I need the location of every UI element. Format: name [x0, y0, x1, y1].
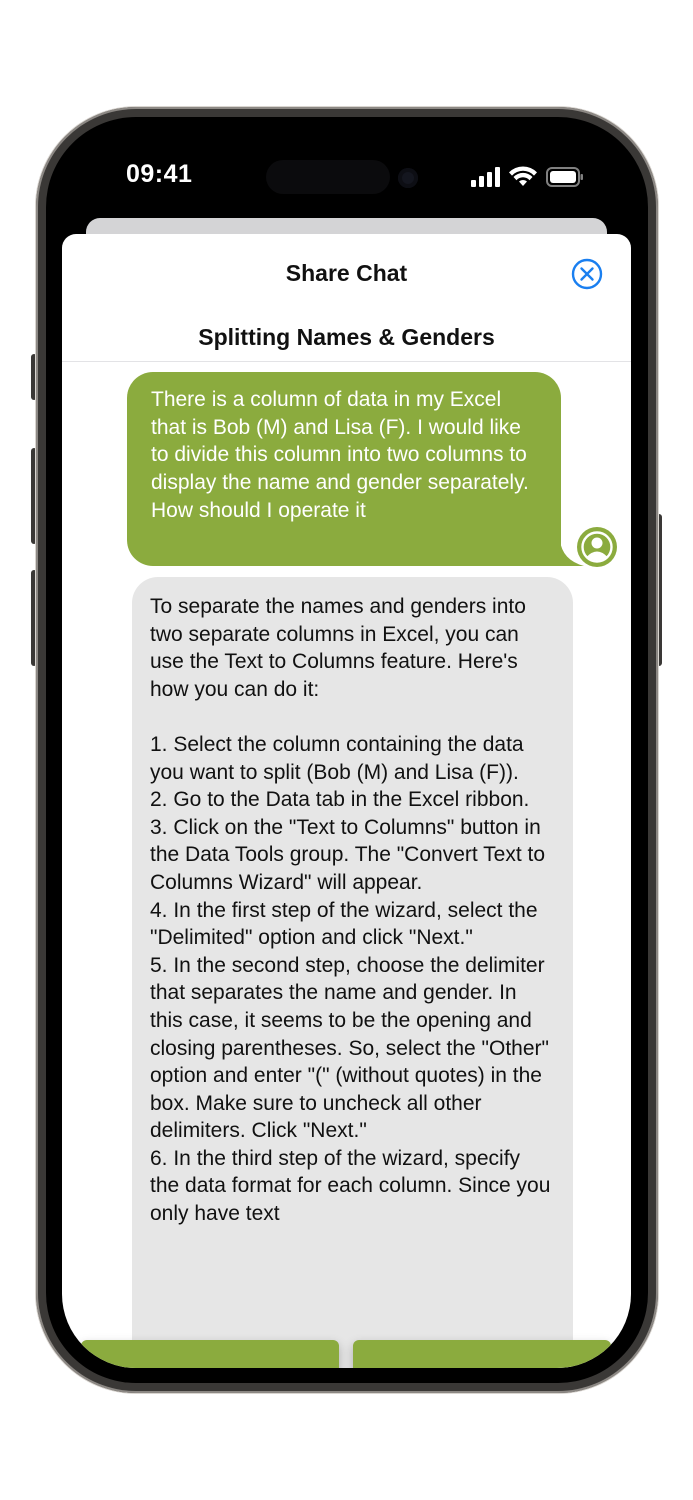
user-message-text: There is a column of data in my Excel th… [151, 388, 529, 522]
close-icon[interactable] [571, 258, 603, 290]
dynamic-island [266, 160, 390, 194]
wifi-icon [509, 166, 537, 186]
person-avatar-icon [577, 527, 617, 567]
cellular-signal-icon [471, 167, 500, 187]
status-icons [471, 166, 583, 187]
chat-title: Splitting Names & Genders [198, 324, 495, 350]
front-camera [398, 168, 418, 188]
user-message-bubble: There is a column of data in my Excel th… [127, 372, 561, 566]
status-bar: 09:41 [62, 132, 631, 222]
save-image-button[interactable]: Save Image [81, 1340, 339, 1368]
share-chat-sheet: Share Chat Splitting Names & Genders The… [62, 234, 631, 1368]
sheet-title: Share Chat [285, 260, 408, 286]
share-image-button[interactable]: Share Image [353, 1340, 611, 1368]
phone-screen: 09:41 Share Chat Splitting Names & Gende… [62, 132, 631, 1368]
assistant-message-bubble: To separate the names and genders into t… [132, 577, 573, 1368]
assistant-message-text: To separate the names and genders into t… [150, 595, 551, 1226]
header-divider [62, 361, 631, 362]
battery-icon [546, 167, 583, 187]
status-time: 09:41 [126, 160, 193, 188]
